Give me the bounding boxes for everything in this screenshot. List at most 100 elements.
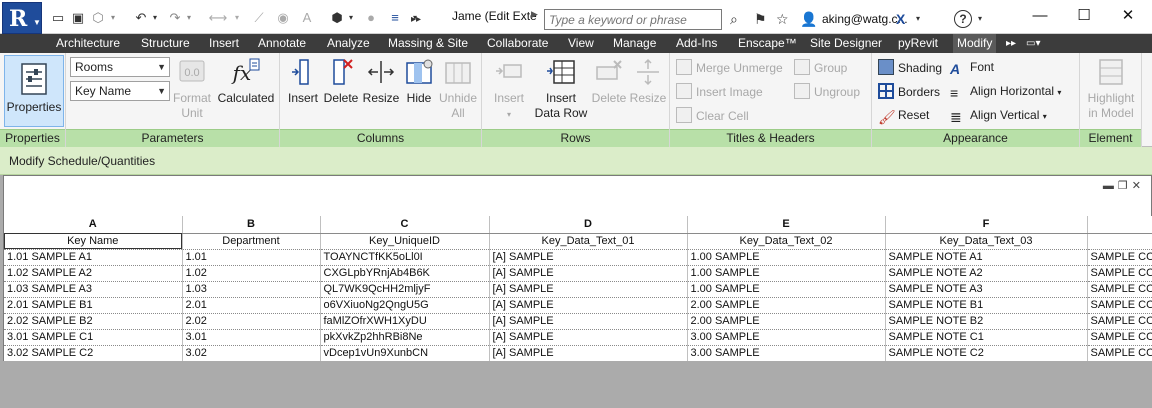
tab-add-ins[interactable]: Add-Ins bbox=[676, 34, 717, 53]
table-cell[interactable]: SAMPLE NOTE B1 bbox=[885, 297, 1088, 314]
table-cell[interactable]: [A] SAMPLE bbox=[489, 313, 688, 330]
table-cell[interactable]: 1.00 SAMPLE bbox=[687, 249, 886, 266]
table-cell[interactable]: SAMPLE NOTE B2 bbox=[885, 313, 1088, 330]
ungroup-button[interactable]: Ungroup bbox=[794, 83, 860, 101]
user-name[interactable]: aking@watg.c... bbox=[822, 12, 908, 26]
table-cell[interactable]: 2.01 bbox=[182, 297, 321, 314]
column-letter[interactable]: A bbox=[4, 216, 183, 234]
reset-button[interactable]: 🖌 Reset bbox=[878, 107, 929, 125]
open-folder-icon[interactable]: ▭ bbox=[50, 8, 66, 28]
table-cell[interactable]: SAMPLE NOTE A1 bbox=[885, 249, 1088, 266]
undo-icon[interactable]: ↶ bbox=[132, 8, 150, 28]
column-header[interactable]: Key_Data_Text_02 bbox=[687, 233, 886, 250]
minimize-button[interactable]: — bbox=[1018, 4, 1062, 28]
column-header[interactable]: Key_Data_Text_01 bbox=[489, 233, 688, 250]
column-header[interactable]: Key Name bbox=[4, 233, 183, 250]
table-cell[interactable]: 3.00 SAMPLE bbox=[687, 345, 886, 361]
font-button[interactable]: A Font bbox=[950, 59, 994, 77]
tab-structure[interactable]: Structure bbox=[141, 34, 190, 53]
view-close-icon[interactable]: ✕ bbox=[1132, 180, 1145, 192]
format-unit-button[interactable]: 0.0 Format Unit bbox=[172, 57, 212, 121]
tab-architecture[interactable]: Architecture bbox=[56, 34, 120, 53]
text-icon[interactable]: A bbox=[298, 8, 316, 28]
table-cell[interactable]: CXGLpbYRnjAb4B6K bbox=[320, 265, 490, 282]
parameter-dropdown[interactable]: Key Name ▼ bbox=[70, 81, 170, 101]
caret-down-icon[interactable]: ▾ bbox=[346, 8, 356, 28]
resize-column-button[interactable]: Resize bbox=[360, 57, 402, 106]
tab-modify[interactable]: Modify bbox=[953, 34, 997, 53]
table-cell[interactable]: [A] SAMPLE bbox=[489, 345, 688, 361]
column-letter[interactable]: D bbox=[489, 216, 688, 234]
table-cell[interactable]: 3.01 SAMPLE C1 bbox=[4, 329, 183, 346]
column-header[interactable]: Key_UniqueID bbox=[320, 233, 490, 250]
tab-collaborate[interactable]: Collaborate bbox=[487, 34, 548, 53]
star-icon[interactable]: ☆ bbox=[776, 10, 789, 28]
table-cell[interactable]: SAMPLE CO bbox=[1087, 297, 1152, 314]
table-cell[interactable]: [A] SAMPLE bbox=[489, 281, 688, 298]
dimension-icon[interactable]: ⟋ bbox=[250, 8, 268, 28]
table-cell[interactable]: 2.00 SAMPLE bbox=[687, 297, 886, 314]
save-icon[interactable]: ▣ bbox=[70, 8, 86, 28]
table-cell[interactable]: 1.02 bbox=[182, 265, 321, 282]
table-cell[interactable]: 2.02 bbox=[182, 313, 321, 330]
borders-button[interactable]: Borders bbox=[878, 83, 940, 101]
tab-enscape[interactable]: Enscape™ bbox=[738, 34, 797, 53]
table-cell[interactable]: pkXvkZp2hhRBi8Ne bbox=[320, 329, 490, 346]
column-header[interactable] bbox=[1087, 233, 1152, 250]
column-header[interactable]: Key_Data_Text_03 bbox=[885, 233, 1088, 250]
delete-column-button[interactable]: Delete bbox=[322, 57, 360, 106]
tab-analyze[interactable]: Analyze bbox=[327, 34, 370, 53]
table-cell[interactable]: SAMPLE NOTE C2 bbox=[885, 345, 1088, 361]
highlight-in-model-button[interactable]: Highlight in Model bbox=[1082, 57, 1140, 121]
column-letter[interactable]: E bbox=[687, 216, 886, 234]
table-cell[interactable]: 3.00 SAMPLE bbox=[687, 329, 886, 346]
table-cell[interactable]: TOAYNCTfKK5oLl0I bbox=[320, 249, 490, 266]
exchange-apps-icon[interactable]: X bbox=[896, 10, 905, 28]
table-cell[interactable]: 3.02 bbox=[182, 345, 321, 361]
close-button[interactable]: ✕ bbox=[1106, 4, 1150, 28]
table-cell[interactable]: SAMPLE NOTE A2 bbox=[885, 265, 1088, 282]
shading-button[interactable]: Shading bbox=[878, 59, 942, 77]
properties-button[interactable]: Properties bbox=[4, 55, 64, 127]
table-cell[interactable]: 1.00 SAMPLE bbox=[687, 281, 886, 298]
table-cell[interactable]: SAMPLE CO bbox=[1087, 281, 1152, 298]
tab-insert[interactable]: Insert bbox=[209, 34, 239, 53]
qat-overflow-icon[interactable]: ▸▸ bbox=[410, 10, 422, 30]
table-cell[interactable]: 1.03 SAMPLE A3 bbox=[4, 281, 183, 298]
help-icon[interactable]: ? bbox=[954, 10, 972, 28]
tab-view[interactable]: View bbox=[568, 34, 594, 53]
tab-site-designer[interactable]: Site Designer bbox=[810, 34, 882, 53]
table-cell[interactable]: [A] SAMPLE bbox=[489, 265, 688, 282]
caret-down-icon[interactable]: ▾ bbox=[108, 8, 118, 28]
table-cell[interactable]: 3.01 bbox=[182, 329, 321, 346]
table-cell[interactable]: 3.02 SAMPLE C2 bbox=[4, 345, 183, 361]
caret-down-icon[interactable]: ▾ bbox=[232, 8, 242, 28]
table-cell[interactable]: SAMPLE CO bbox=[1087, 249, 1152, 266]
tab-pyrevit[interactable]: pyRevit bbox=[898, 34, 938, 53]
column-header[interactable]: Department bbox=[182, 233, 321, 250]
caret-down-icon[interactable]: ▾ bbox=[150, 8, 160, 28]
table-cell[interactable]: 2.00 SAMPLE bbox=[687, 313, 886, 330]
column-letter[interactable]: C bbox=[320, 216, 490, 234]
table-cell[interactable]: faMlZOfrXWH1XyDU bbox=[320, 313, 490, 330]
redo-icon[interactable]: ↷ bbox=[166, 8, 184, 28]
column-letter[interactable]: F bbox=[885, 216, 1088, 234]
caret-down-icon[interactable]: ▾ bbox=[184, 8, 194, 28]
table-cell[interactable]: o6VXiuoNg2QngU5G bbox=[320, 297, 490, 314]
search-input[interactable] bbox=[544, 9, 722, 30]
table-cell[interactable]: SAMPLE CO bbox=[1087, 329, 1152, 346]
resize-row-button[interactable]: Resize bbox=[628, 57, 668, 106]
tab-massing-site[interactable]: Massing & Site bbox=[388, 34, 468, 53]
calculated-button[interactable]: fx Calculated bbox=[216, 57, 276, 106]
table-cell[interactable]: QL7WK9QcHH2mljyF bbox=[320, 281, 490, 298]
ribbon-minimize-icon[interactable]: ▭▾ bbox=[1026, 34, 1040, 53]
table-cell[interactable]: SAMPLE CO bbox=[1087, 265, 1152, 282]
tab-manage[interactable]: Manage bbox=[613, 34, 656, 53]
insert-column-button[interactable]: Insert bbox=[284, 57, 322, 106]
table-cell[interactable]: 2.01 SAMPLE B1 bbox=[4, 297, 183, 314]
binoculars-icon[interactable]: ⌕ bbox=[730, 10, 738, 28]
clear-cell-button[interactable]: Clear Cell bbox=[676, 107, 749, 125]
hide-column-button[interactable]: Hide bbox=[402, 57, 436, 106]
table-cell[interactable]: [A] SAMPLE bbox=[489, 297, 688, 314]
merge-unmerge-button[interactable]: Merge Unmerge bbox=[676, 59, 783, 77]
